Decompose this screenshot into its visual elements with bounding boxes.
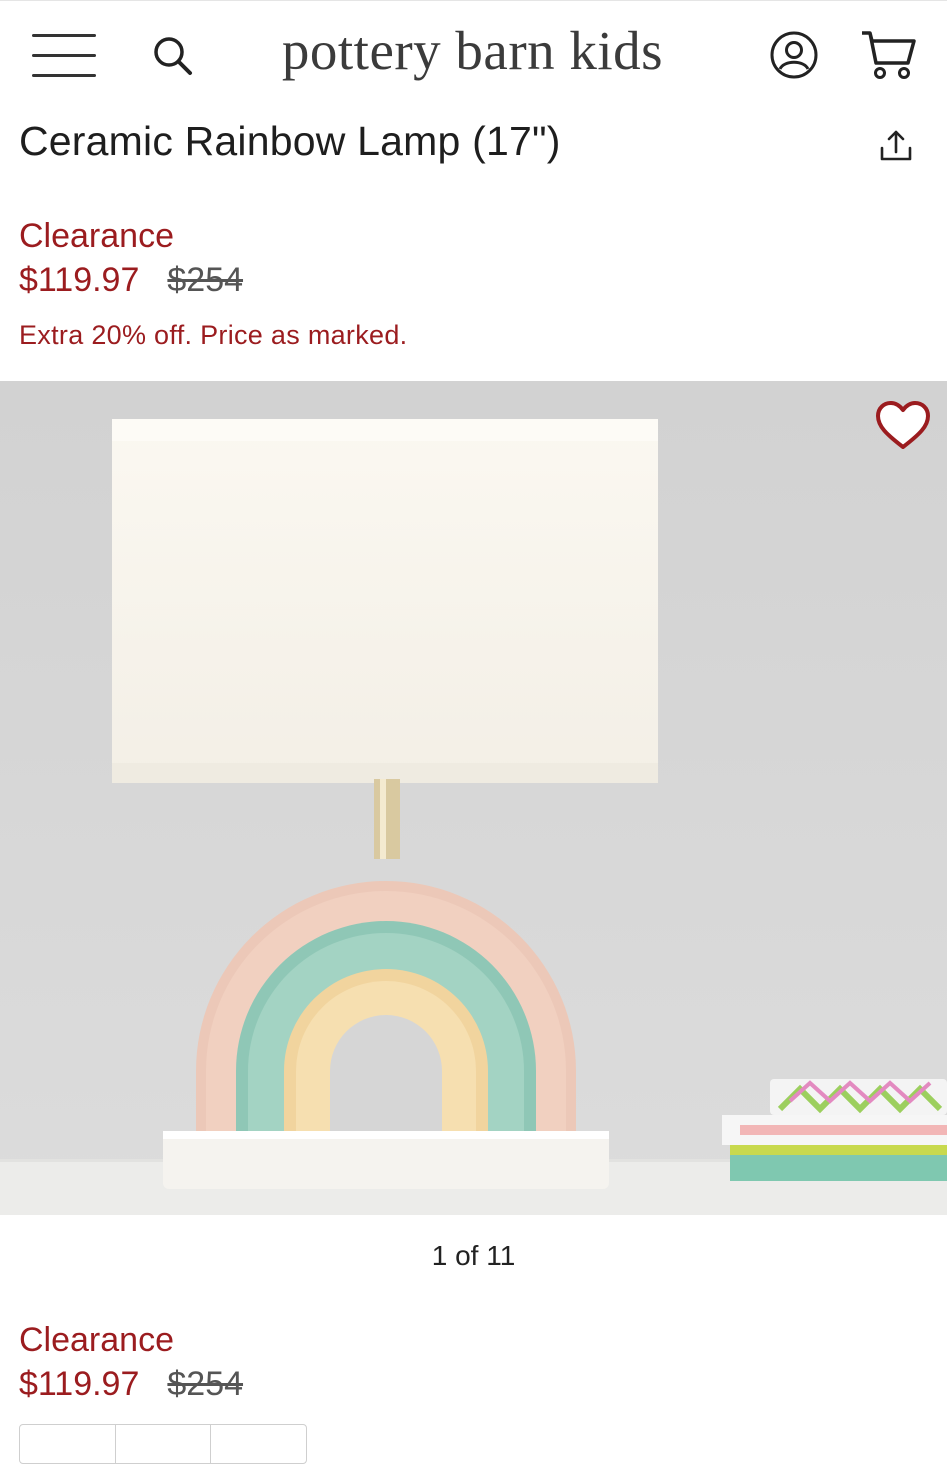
account-icon[interactable]: [768, 29, 820, 81]
share-icon[interactable]: [875, 126, 917, 168]
price-block-bottom: Clearance $119.97 $254: [19, 1318, 243, 1406]
quantity-stepper[interactable]: [19, 1424, 307, 1464]
brand-logo[interactable]: pottery barn kids: [270, 15, 675, 87]
quantity-input[interactable]: [116, 1425, 212, 1463]
cart-icon[interactable]: [858, 27, 920, 83]
site-header: pottery barn kids: [0, 0, 947, 100]
clearance-label: Clearance: [19, 1321, 174, 1359]
search-icon[interactable]: [148, 31, 196, 79]
promo-text: Extra 20% off. Price as marked.: [19, 320, 408, 350]
sale-price: $119.97: [19, 1365, 140, 1403]
quantity-decrease-button[interactable]: [20, 1425, 116, 1463]
image-counter: 1 of 11: [431, 1240, 516, 1271]
quantity-increase-button[interactable]: [211, 1425, 306, 1463]
hamburger-menu-icon[interactable]: [32, 34, 96, 78]
original-price: $254: [167, 1365, 244, 1403]
price-row: $119.97 $254: [19, 258, 243, 302]
price-row: $119.97 $254: [19, 1362, 243, 1406]
heart-icon[interactable]: [874, 400, 932, 452]
clearance-label: Clearance: [19, 217, 174, 255]
product-image[interactable]: [0, 381, 947, 1215]
product-title: Ceramic Rainbow Lamp (17"): [19, 118, 561, 164]
price-block-top: Clearance $119.97 $254: [19, 214, 243, 302]
sale-price: $119.97: [19, 261, 140, 299]
original-price: $254: [167, 261, 244, 299]
